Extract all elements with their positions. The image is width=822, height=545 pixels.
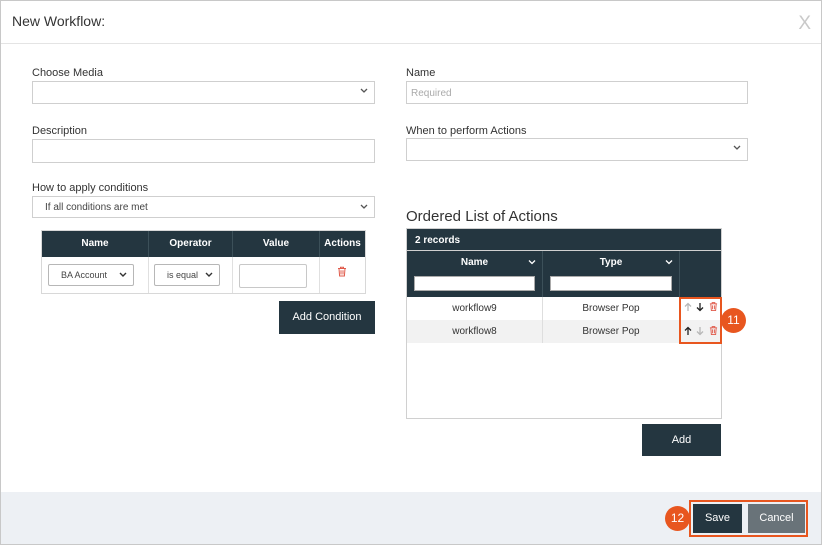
how-to-apply-value: If all conditions are met <box>45 202 148 213</box>
add-condition-button[interactable]: Add Condition <box>279 301 375 334</box>
conditions-grid-header: Name Operator Value Actions <box>42 231 365 257</box>
dialog-footer: 12 Save Cancel <box>1 492 821 544</box>
actions-grid-header: Name Type <box>407 251 721 297</box>
column-header-reorder <box>680 251 721 297</box>
chevron-down-icon <box>360 88 368 93</box>
column-header-type[interactable]: Type <box>543 251 680 297</box>
table-cell-type: Browser Pop <box>543 297 680 320</box>
reorder-highlight <box>679 297 722 344</box>
type-filter-input[interactable] <box>550 276 672 291</box>
column-header-operator: Operator <box>149 231 233 257</box>
name-label: Name <box>406 67 436 79</box>
save-button[interactable]: Save <box>693 504 742 533</box>
description-label: Description <box>32 125 88 137</box>
new-workflow-dialog: New Workflow: X Choose Media Name Requir… <box>0 0 822 545</box>
table-cell-name: workflow8 <box>407 320 543 343</box>
name-placeholder: Required <box>411 88 452 99</box>
column-header-name: Name <box>42 231 149 257</box>
condition-name-value: BA Account <box>61 270 108 280</box>
table-row[interactable]: workflow8 Browser Pop <box>407 320 721 343</box>
column-divider <box>232 257 233 293</box>
dialog-header: New Workflow: X <box>1 1 821 44</box>
table-cell-name: workflow9 <box>407 297 543 320</box>
when-to-perform-select[interactable] <box>406 138 748 161</box>
trash-icon[interactable] <box>337 266 347 277</box>
dialog-title: New Workflow: <box>12 13 106 29</box>
condition-name-select[interactable]: BA Account <box>48 264 134 286</box>
condition-operator-value: is equal <box>167 270 199 280</box>
chevron-down-icon <box>360 204 368 209</box>
conditions-grid: Name Operator Value Actions BA Account i… <box>41 230 366 294</box>
chevron-down-icon <box>119 272 127 277</box>
column-header-name-label: Name <box>460 257 489 268</box>
chevron-down-icon[interactable] <box>528 259 536 265</box>
how-to-apply-label: How to apply conditions <box>32 182 149 194</box>
name-input[interactable]: Required <box>406 81 748 104</box>
column-divider <box>148 257 149 293</box>
cancel-button[interactable]: Cancel <box>748 504 805 533</box>
choose-media-select[interactable] <box>32 81 375 104</box>
column-header-type-label: Type <box>599 257 623 268</box>
name-filter-input[interactable] <box>414 276 535 291</box>
choose-media-label: Choose Media <box>32 67 103 79</box>
table-cell-type: Browser Pop <box>543 320 680 343</box>
description-input[interactable] <box>32 139 375 163</box>
close-icon[interactable]: X <box>798 13 811 35</box>
table-row[interactable]: workflow9 Browser Pop <box>407 297 721 320</box>
column-header-name[interactable]: Name <box>407 251 543 297</box>
chevron-down-icon <box>205 272 213 277</box>
condition-operator-select[interactable]: is equal <box>154 264 220 286</box>
callout-badge-11: 11 <box>721 308 746 333</box>
column-divider <box>319 257 320 293</box>
records-count-bar: 2 records <box>407 229 721 251</box>
condition-value-input[interactable] <box>239 264 307 288</box>
column-header-value: Value <box>233 231 320 257</box>
chevron-down-icon[interactable] <box>665 259 673 265</box>
records-count: 2 records <box>415 235 461 246</box>
callout-badge-12: 12 <box>665 506 690 531</box>
add-action-button[interactable]: Add <box>642 424 721 456</box>
chevron-down-icon <box>733 145 741 150</box>
column-header-actions: Actions <box>324 238 361 249</box>
actions-grid: 2 records Name Type workflow9 Browser Po… <box>406 228 722 419</box>
how-to-apply-select[interactable]: If all conditions are met <box>32 196 375 218</box>
when-to-perform-label: When to perform Actions <box>406 125 527 137</box>
actions-section-title: Ordered List of Actions <box>406 208 558 225</box>
